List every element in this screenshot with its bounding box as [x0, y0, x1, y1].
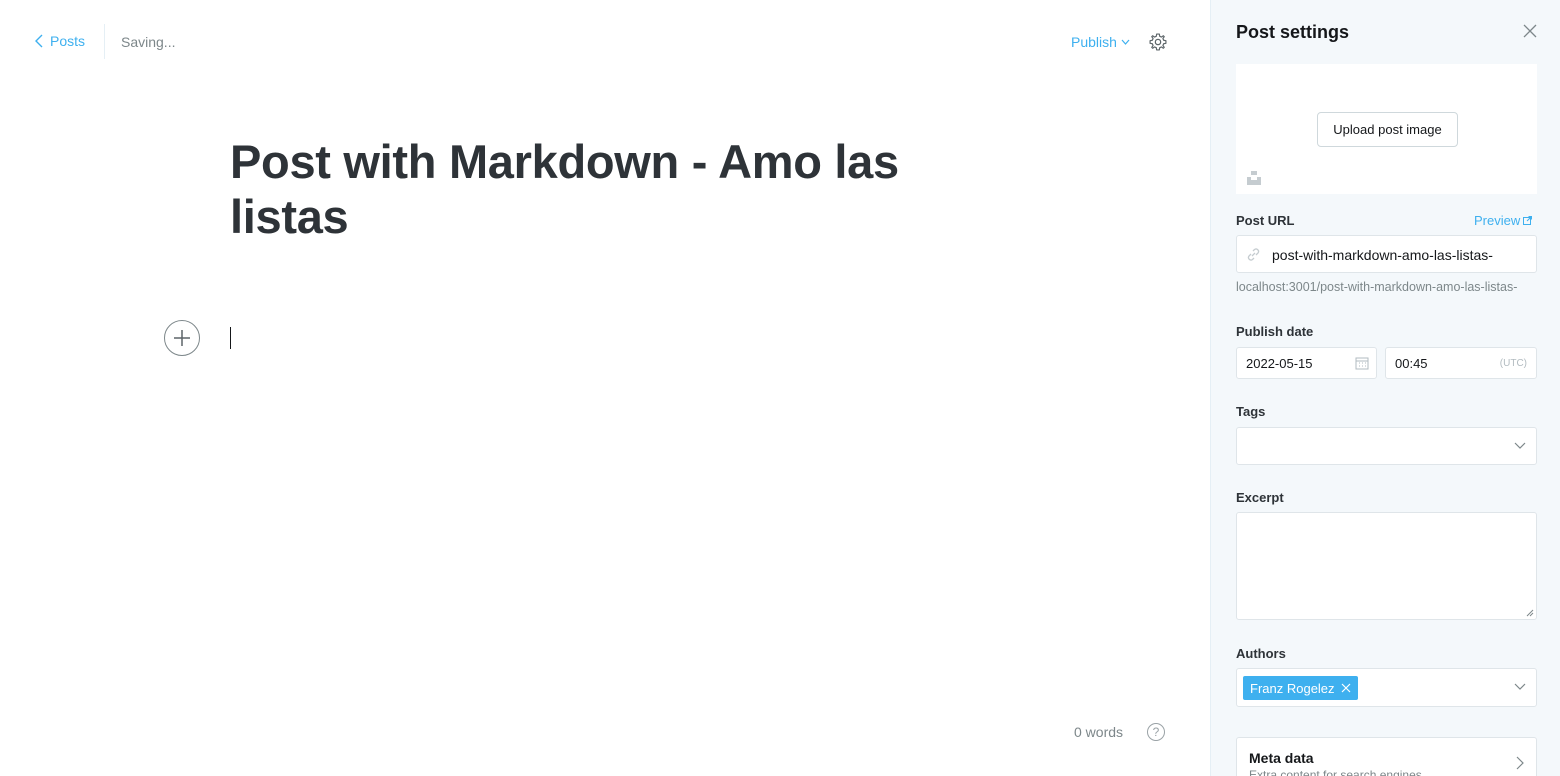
- post-url-label: Post URL: [1236, 213, 1295, 228]
- help-icon[interactable]: ?: [1147, 723, 1165, 741]
- tags-select[interactable]: [1236, 427, 1537, 465]
- text-cursor[interactable]: [230, 327, 231, 349]
- preview-label: Preview: [1474, 213, 1521, 228]
- post-title[interactable]: Post with Markdown - Amo las listas: [230, 134, 950, 244]
- plus-icon: [174, 330, 190, 346]
- back-to-posts-link[interactable]: Posts: [34, 33, 85, 49]
- tags-label: Tags: [1236, 404, 1266, 419]
- publish-time-value: 00:45: [1395, 356, 1428, 371]
- link-icon: [1247, 248, 1260, 261]
- meta-data-item[interactable]: Meta data Extra content for search engin…: [1236, 737, 1537, 776]
- editor-topbar: Posts Saving... Publish: [0, 0, 1210, 84]
- help-symbol: ?: [1152, 725, 1160, 739]
- remove-author-icon[interactable]: [1341, 683, 1351, 693]
- word-count: 0 words: [1074, 724, 1124, 740]
- close-icon[interactable]: [1522, 23, 1538, 39]
- timezone-label: (UTC): [1499, 358, 1527, 369]
- post-url-input[interactable]: post-with-markdown-amo-las-listas-: [1236, 235, 1537, 273]
- publish-date-input[interactable]: 2022-05-15: [1236, 347, 1377, 379]
- editor-area: Posts Saving... Publish Post with Markdo…: [0, 0, 1210, 776]
- publish-date-value: 2022-05-15: [1246, 356, 1313, 371]
- chevron-down-icon: [1121, 39, 1130, 45]
- upload-post-image-button[interactable]: Upload post image: [1317, 112, 1458, 147]
- preview-link[interactable]: Preview: [1474, 213, 1533, 228]
- publish-time-input[interactable]: 00:45 (UTC): [1385, 347, 1537, 379]
- chevron-left-icon: [35, 34, 43, 48]
- excerpt-textarea[interactable]: [1236, 512, 1537, 620]
- add-card-button[interactable]: [164, 320, 200, 356]
- authors-select[interactable]: Franz Rogelez: [1236, 668, 1537, 707]
- gear-icon[interactable]: [1148, 32, 1168, 52]
- publish-label: Publish: [1071, 34, 1117, 50]
- meta-data-subtitle: Extra content for search engines: [1249, 768, 1422, 776]
- save-status: Saving...: [121, 34, 176, 50]
- full-url-hint: localhost:3001/post-with-markdown-amo-la…: [1236, 280, 1518, 294]
- unsplash-icon[interactable]: [1247, 171, 1261, 185]
- chevron-right-icon: [1516, 756, 1524, 770]
- excerpt-label: Excerpt: [1236, 490, 1284, 505]
- topbar-divider: [104, 24, 105, 59]
- chevron-down-icon: [1514, 442, 1526, 449]
- post-url-value: post-with-markdown-amo-las-listas-: [1272, 247, 1493, 263]
- external-link-icon: [1523, 216, 1533, 225]
- chevron-down-icon: [1514, 683, 1526, 690]
- author-name: Franz Rogelez: [1250, 680, 1335, 696]
- publish-date-label: Publish date: [1236, 324, 1314, 339]
- post-image-area: Upload post image: [1236, 64, 1537, 194]
- resize-grip-icon[interactable]: [1526, 609, 1534, 617]
- back-link-label: Posts: [50, 33, 86, 49]
- publish-menu-button[interactable]: Publish: [1071, 34, 1130, 50]
- calendar-icon[interactable]: [1355, 356, 1369, 370]
- authors-label: Authors: [1236, 646, 1286, 661]
- post-settings-panel: Post settings Upload post image Post URL…: [1210, 0, 1560, 776]
- author-token[interactable]: Franz Rogelez: [1243, 676, 1358, 700]
- meta-data-title: Meta data: [1249, 750, 1314, 766]
- panel-title: Post settings: [1236, 22, 1350, 42]
